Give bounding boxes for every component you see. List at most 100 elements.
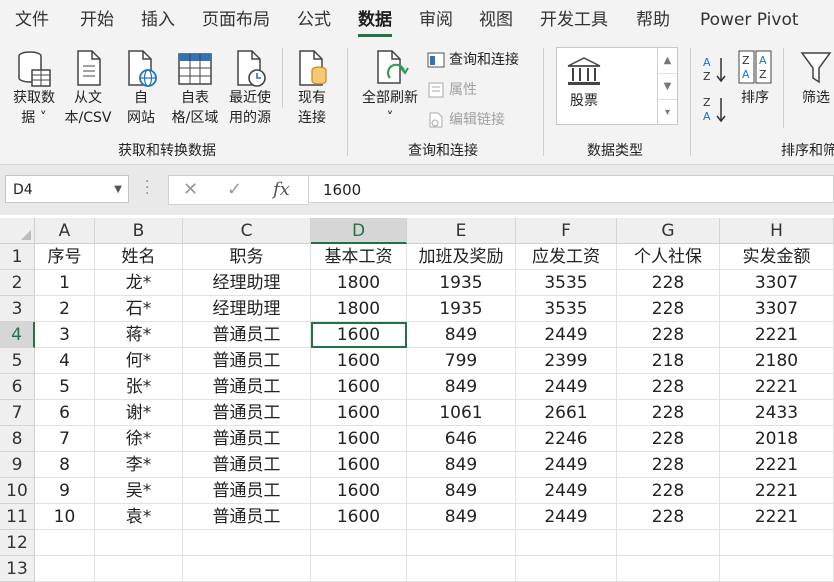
cell-d12[interactable] — [311, 530, 407, 556]
cell-e8[interactable]: 646 — [407, 426, 516, 452]
tab-page-layout[interactable]: 页面布局 — [202, 0, 270, 40]
filter-button[interactable]: 筛选 — [796, 48, 834, 108]
cell-h12[interactable] — [720, 530, 834, 556]
cell-d5[interactable]: 1600 — [311, 348, 407, 374]
cell-h8[interactable]: 2018 — [720, 426, 834, 452]
cell-g3[interactable]: 228 — [617, 296, 720, 322]
row-header-5[interactable]: 5 — [0, 348, 35, 374]
cell-d6[interactable]: 1600 — [311, 374, 407, 400]
cell-b6[interactable]: 张* — [95, 374, 183, 400]
cell-g1[interactable]: 个人社保 — [617, 244, 720, 270]
existing-connections-button[interactable]: 现有 连接 — [290, 48, 334, 128]
cell-h11[interactable]: 2221 — [720, 504, 834, 530]
tab-formulas[interactable]: 公式 — [297, 0, 331, 40]
from-web-button[interactable]: 自 网站 — [118, 48, 164, 128]
cell-h3[interactable]: 3307 — [720, 296, 834, 322]
cell-e4[interactable]: 849 — [407, 322, 516, 348]
cell-c7[interactable]: 普通员工 — [183, 400, 311, 426]
cell-a2[interactable]: 1 — [35, 270, 95, 296]
cell-h10[interactable]: 2221 — [720, 478, 834, 504]
cancel-x-icon[interactable]: ✕ — [183, 179, 198, 200]
cell-f9[interactable]: 2449 — [516, 452, 617, 478]
column-header-c[interactable]: C — [183, 218, 311, 244]
cell-f12[interactable] — [516, 530, 617, 556]
tab-help[interactable]: 帮助 — [636, 0, 670, 40]
cell-a1[interactable]: 序号 — [35, 244, 95, 270]
cell-c3[interactable]: 经理助理 — [183, 296, 311, 322]
edit-links-button[interactable]: 编辑链接 — [427, 110, 505, 130]
cell-d1[interactable]: 基本工资 — [311, 244, 407, 270]
cell-a7[interactable]: 6 — [35, 400, 95, 426]
tab-home[interactable]: 开始 — [80, 0, 114, 40]
cell-e12[interactable] — [407, 530, 516, 556]
cell-c10[interactable]: 普通员工 — [183, 478, 311, 504]
cell-e10[interactable]: 849 — [407, 478, 516, 504]
insert-function-icon[interactable]: fx — [273, 179, 290, 200]
cell-c8[interactable]: 普通员工 — [183, 426, 311, 452]
row-header-11[interactable]: 11 — [0, 504, 35, 530]
cell-f1[interactable]: 应发工资 — [516, 244, 617, 270]
cell-a10[interactable]: 9 — [35, 478, 95, 504]
sort-button[interactable]: Z A A Z 排序 — [734, 48, 776, 108]
cell-f3[interactable]: 3535 — [516, 296, 617, 322]
column-header-f[interactable]: F — [516, 218, 617, 244]
cell-a13[interactable] — [35, 556, 95, 582]
cell-c9[interactable]: 普通员工 — [183, 452, 311, 478]
cell-b5[interactable]: 何* — [95, 348, 183, 374]
cell-d10[interactable]: 1600 — [311, 478, 407, 504]
cell-g12[interactable] — [617, 530, 720, 556]
cell-d2[interactable]: 1800 — [311, 270, 407, 296]
cell-b10[interactable]: 吴* — [95, 478, 183, 504]
tab-review[interactable]: 审阅 — [419, 0, 453, 40]
cell-g10[interactable]: 228 — [617, 478, 720, 504]
from-text-csv-button[interactable]: 从文 本/CSV — [62, 48, 114, 128]
cell-h7[interactable]: 2433 — [720, 400, 834, 426]
cell-e6[interactable]: 849 — [407, 374, 516, 400]
cell-b7[interactable]: 谢* — [95, 400, 183, 426]
row-header-12[interactable]: 12 — [0, 530, 35, 556]
gallery-up-arrow-icon[interactable]: ▲ — [658, 48, 677, 74]
tab-power-pivot[interactable]: Power Pivot — [700, 0, 799, 40]
tab-file[interactable]: 文件 — [15, 0, 49, 40]
row-header-10[interactable]: 10 — [0, 478, 35, 504]
cell-f2[interactable]: 3535 — [516, 270, 617, 296]
row-header-13[interactable]: 13 — [0, 556, 35, 582]
name-box[interactable]: D4 ▼ — [5, 175, 129, 203]
cell-d3[interactable]: 1800 — [311, 296, 407, 322]
enter-check-icon[interactable]: ✓ — [227, 179, 242, 200]
column-header-a[interactable]: A — [35, 218, 95, 244]
cell-b8[interactable]: 徐* — [95, 426, 183, 452]
refresh-all-button[interactable]: 全部刷新 ˅ — [358, 48, 422, 128]
cell-e1[interactable]: 加班及奖励 — [407, 244, 516, 270]
row-header-4[interactable]: 4 — [0, 322, 35, 348]
cell-g2[interactable]: 228 — [617, 270, 720, 296]
cell-g6[interactable]: 228 — [617, 374, 720, 400]
column-header-d[interactable]: D — [311, 218, 407, 244]
cell-f4[interactable]: 2449 — [516, 322, 617, 348]
cell-f13[interactable] — [516, 556, 617, 582]
cell-a9[interactable]: 8 — [35, 452, 95, 478]
cell-d9[interactable]: 1600 — [311, 452, 407, 478]
cell-c4[interactable]: 普通员工 — [183, 322, 311, 348]
from-table-range-button[interactable]: 自表 格/区域 — [166, 48, 224, 128]
cell-b9[interactable]: 李* — [95, 452, 183, 478]
cell-b3[interactable]: 石* — [95, 296, 183, 322]
gallery-down-arrow-icon[interactable]: ▼ — [658, 74, 677, 100]
column-header-e[interactable]: E — [407, 218, 516, 244]
cell-g7[interactable]: 228 — [617, 400, 720, 426]
row-header-2[interactable]: 2 — [0, 270, 35, 296]
cell-a3[interactable]: 2 — [35, 296, 95, 322]
cell-f11[interactable]: 2449 — [516, 504, 617, 530]
tab-developer[interactable]: 开发工具 — [540, 0, 608, 40]
column-header-h[interactable]: H — [720, 218, 834, 244]
stocks-button[interactable]: 股票 — [563, 56, 605, 110]
cell-e5[interactable]: 799 — [407, 348, 516, 374]
cell-a8[interactable]: 7 — [35, 426, 95, 452]
cell-g4[interactable]: 228 — [617, 322, 720, 348]
chevron-down-icon[interactable]: ▼ — [114, 176, 122, 204]
select-all-button[interactable] — [0, 218, 35, 244]
cell-d4[interactable]: 1600 — [311, 322, 407, 348]
column-header-b[interactable]: B — [95, 218, 183, 244]
sort-z-to-a-button[interactable]: Z A — [702, 94, 732, 124]
cell-h2[interactable]: 3307 — [720, 270, 834, 296]
